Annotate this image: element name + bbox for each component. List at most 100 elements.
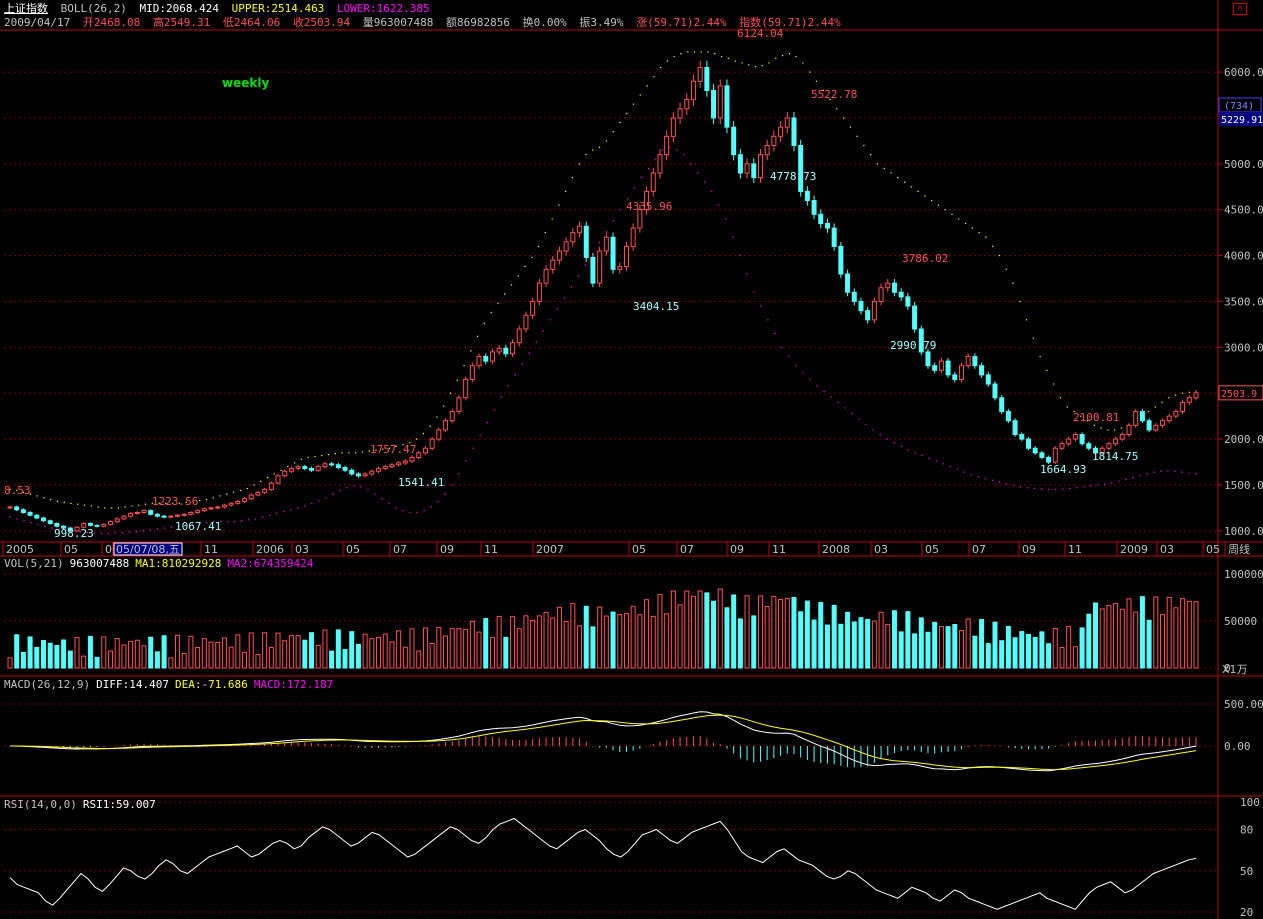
boll-upper-dot xyxy=(1161,401,1163,404)
volume-bar xyxy=(798,611,804,669)
boll-upper-dot xyxy=(707,51,709,53)
candle-body xyxy=(134,511,140,514)
boll-upper-dot xyxy=(802,62,804,64)
volume-bar xyxy=(865,618,871,669)
boll-upper-dot xyxy=(571,176,574,179)
boll-upper-dot xyxy=(70,502,72,505)
volume-bar xyxy=(704,592,710,669)
volume-bar xyxy=(637,614,643,669)
boll-lower-dot xyxy=(746,273,748,275)
boll-lower-dot xyxy=(907,449,909,451)
volume-bar xyxy=(1025,633,1031,669)
candle-body xyxy=(577,225,583,234)
boll-upper-dot xyxy=(910,186,913,188)
candle-body xyxy=(248,494,254,500)
volume-bar xyxy=(1012,637,1018,669)
candle-body xyxy=(7,506,13,509)
boll-upper-dot xyxy=(917,190,919,193)
macd-value: MACD:172.187 xyxy=(253,678,334,691)
volume-bar xyxy=(463,628,469,669)
volume-bar xyxy=(1046,643,1052,669)
boll-lower-dot xyxy=(795,364,797,367)
price-annotation: 5522.78 xyxy=(811,88,857,101)
volume-bar xyxy=(1186,600,1192,669)
boll-lower-dot xyxy=(830,396,832,398)
volume-bar xyxy=(791,597,797,669)
boll-lower-dot xyxy=(893,442,895,444)
volume-bar xyxy=(503,636,509,669)
candle-body xyxy=(94,524,100,527)
boll-upper-dot xyxy=(727,57,730,60)
volume-bar xyxy=(416,650,422,669)
boll-lower-dot xyxy=(458,473,460,475)
boll-lower-dot xyxy=(549,319,552,321)
volume-bar xyxy=(958,630,964,669)
candle-body xyxy=(510,342,516,355)
candle-body xyxy=(34,514,40,519)
price-tick-label: 1000.0 xyxy=(1224,525,1263,538)
boll-lower-dot xyxy=(1005,483,1008,485)
time-tick-label: 2007 xyxy=(536,543,564,556)
boll-upper-dot xyxy=(605,140,608,142)
boll-lower-dot xyxy=(619,209,622,211)
boll-lower-dot xyxy=(514,374,516,376)
boll-upper-dot xyxy=(253,484,255,486)
volume-bar xyxy=(429,643,435,669)
boll-lower-dot xyxy=(661,149,664,151)
volume-bar xyxy=(717,588,723,669)
volume-bar xyxy=(1039,631,1045,669)
volume-bar xyxy=(275,632,281,669)
volume-bar xyxy=(1086,613,1092,669)
close-icon[interactable]: ✕ xyxy=(1233,3,1247,15)
boll-upper-dot xyxy=(849,126,852,128)
candle-body xyxy=(87,522,93,526)
boll-upper-dot xyxy=(788,53,791,55)
boll-upper-dot xyxy=(1032,337,1035,339)
boll-lower-dot xyxy=(739,254,741,257)
price-tick-label: 3000.0 xyxy=(1224,341,1263,354)
boll-upper-dot xyxy=(565,190,567,193)
rsi-tick-label: 80 xyxy=(1240,824,1253,837)
quote-change: 涨(59.71)2.44% xyxy=(636,16,727,29)
boll-lower-dot xyxy=(9,516,11,518)
candle-body xyxy=(871,300,877,321)
candle-body xyxy=(985,374,991,385)
boll-lower-dot xyxy=(837,401,839,404)
boll-upper-dot xyxy=(97,506,99,508)
boll-upper-dot xyxy=(138,504,140,506)
macd-name: MACD(26,12,9) xyxy=(4,678,91,691)
boll-upper-dot xyxy=(863,144,865,147)
boll-upper-dot xyxy=(869,153,872,156)
volume-bar xyxy=(751,615,757,669)
candle-body xyxy=(992,383,998,399)
candle-body xyxy=(335,464,341,469)
boll-upper-dot xyxy=(280,469,282,471)
boll-lower-dot xyxy=(233,520,236,523)
boll-lower: LOWER:1622.385 xyxy=(336,2,430,15)
boll-lower-dot xyxy=(170,526,173,528)
boll-upper-dot xyxy=(124,506,126,508)
price-annotation: 1814.75 xyxy=(1092,450,1138,463)
candle-body xyxy=(268,482,274,491)
candle-body xyxy=(617,266,623,270)
volume-bar xyxy=(134,639,140,669)
boll-lower-dot xyxy=(711,190,713,193)
candle-body xyxy=(148,510,154,515)
candle-body xyxy=(1173,411,1179,417)
price-tick-label: 2000.0 xyxy=(1224,433,1263,446)
volume-bar xyxy=(248,632,254,669)
price-annotation: 3404.15 xyxy=(633,300,679,313)
boll-lower-dot xyxy=(802,372,804,374)
volume-bar xyxy=(181,653,187,669)
boll-upper-dot xyxy=(497,302,499,305)
volume-bar xyxy=(161,635,167,669)
vol-ma2: MA2:674359424 xyxy=(227,557,314,570)
candle-body xyxy=(47,520,53,524)
volume-bar xyxy=(1052,627,1058,669)
volume-bar xyxy=(409,628,415,669)
volume-bar xyxy=(108,650,114,669)
boll-lower-dot xyxy=(290,509,292,511)
boll-upper-dot xyxy=(1107,429,1109,431)
candle-body xyxy=(362,473,368,477)
boll-lower-dot xyxy=(318,499,320,502)
